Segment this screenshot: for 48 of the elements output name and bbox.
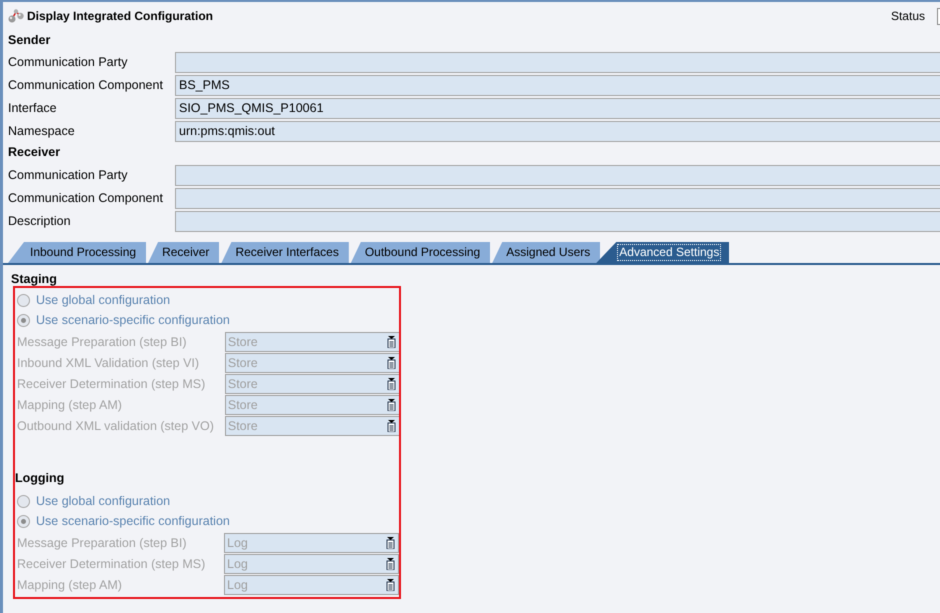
step-label: Message Preparation (step BI) <box>17 334 188 351</box>
input-field[interactable] <box>175 52 940 73</box>
input-field[interactable]: BS_PMS <box>175 75 940 96</box>
tab[interactable]: Receiver <box>148 242 220 263</box>
radio-label: Use global configuration <box>36 492 170 510</box>
input-field[interactable]: urn:pms:qmis:out <box>175 121 940 142</box>
tab[interactable]: Inbound Processing <box>8 242 146 263</box>
radio-label: Use scenario-specific configuration <box>36 312 230 329</box>
status-label: Status <box>890 8 925 25</box>
field-label: Communication Component <box>7 77 164 94</box>
section-heading: Sender <box>7 32 52 49</box>
field-label: Communication Party <box>7 54 128 72</box>
tab[interactable]: Receiver Interfaces <box>221 242 349 263</box>
step-label: Message Preparation (step BI) <box>17 534 188 552</box>
step-label: Mapping (step AM) <box>17 396 123 414</box>
radio-label: Use global configuration <box>36 292 170 309</box>
tab[interactable]: Outbound Processing <box>350 242 490 263</box>
section-heading: Logging <box>15 471 64 485</box>
dropdown-icon <box>386 357 396 369</box>
dropdown-icon <box>386 336 396 348</box>
input-field[interactable]: SIO_PMS_QMIS_P10061 <box>175 98 940 119</box>
dropdown-icon <box>386 537 395 549</box>
tab[interactable]: Advanced Settings <box>596 242 730 263</box>
step-label: Inbound XML Validation (step VI) <box>17 354 200 372</box>
dropdown-icon <box>386 558 395 570</box>
status-field[interactable] <box>937 8 940 24</box>
step-label: Receiver Determination (step MS) <box>17 376 206 393</box>
dropdown-icon <box>386 420 396 432</box>
radio-label: Use scenario-specific configuration <box>36 512 230 530</box>
field-label: Communication Component <box>7 190 164 208</box>
section-heading: Receiver <box>7 144 62 161</box>
field-label: Communication Party <box>7 167 128 184</box>
tab[interactable]: Assigned Users <box>492 242 600 263</box>
nodes-icon <box>8 9 24 23</box>
input-field[interactable] <box>175 165 940 186</box>
field-label: Namespace <box>7 123 76 140</box>
field-label: Description <box>7 213 72 230</box>
section-heading: Staging <box>11 272 57 286</box>
step-label: Mapping (step AM) <box>17 576 123 594</box>
step-label: Receiver Determination (step MS) <box>17 556 206 573</box>
dropdown-icon <box>386 399 396 411</box>
dropdown-icon <box>386 378 396 390</box>
step-label: Outbound XML validation (step VO) <box>17 418 214 435</box>
dropdown-icon <box>386 579 395 591</box>
input-field[interactable] <box>175 188 940 209</box>
window-title: Display Integrated Configuration <box>27 8 214 25</box>
field-label: Interface <box>7 100 58 118</box>
input-field[interactable] <box>175 211 940 232</box>
